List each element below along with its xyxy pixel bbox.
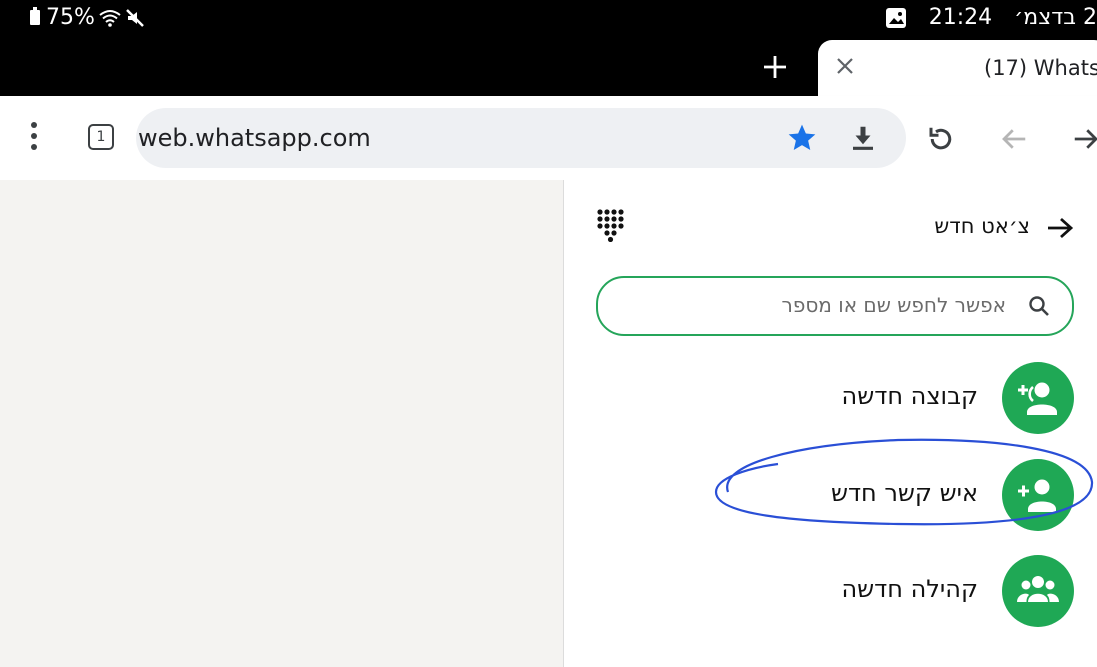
tab-title: (17) Whats — [984, 56, 1097, 80]
new-tab-button[interactable] — [758, 50, 792, 84]
search-input[interactable] — [626, 290, 1006, 320]
new-community-item[interactable]: קהילה חדשה — [714, 555, 1074, 629]
battery-percent: 75% — [46, 5, 95, 30]
status-right: 21:24 2 בדצמ׳ — [885, 5, 1097, 30]
contact-search-box[interactable] — [596, 276, 1074, 336]
annotation-circle — [714, 438, 1094, 526]
add-group-icon — [1018, 382, 1057, 415]
new-group-label: קבוצה חדשה — [841, 382, 978, 410]
new-community-label: קהילה חדשה — [841, 575, 979, 603]
tab-switcher-button[interactable]: 1 — [88, 124, 114, 150]
plus-icon — [764, 56, 786, 78]
reload-icon[interactable] — [926, 124, 956, 154]
chat-main-area — [0, 180, 563, 667]
menu-button[interactable] — [22, 122, 46, 156]
status-left: 75% — [30, 5, 145, 30]
download-icon[interactable] — [848, 122, 878, 154]
close-icon — [837, 58, 853, 74]
menu-dot-icon — [31, 122, 37, 128]
dialpad-icon[interactable] — [596, 208, 624, 242]
tab-close-button[interactable] — [836, 54, 854, 80]
status-bar: 75% 21:24 2 בדצמ׳ — [0, 0, 1097, 38]
wifi-icon — [99, 9, 121, 27]
community-icon — [1017, 576, 1059, 602]
back-arrow-icon[interactable] — [998, 124, 1030, 154]
image-notification-icon — [885, 7, 906, 28]
bookmark-star-icon[interactable] — [786, 122, 818, 154]
menu-dot-icon — [31, 133, 37, 139]
search-icon — [1029, 296, 1049, 316]
new-community-avatar — [1002, 555, 1074, 627]
panel-title: צ׳אט חדש — [934, 214, 1030, 238]
date: 2 בדצמ׳ — [1014, 5, 1097, 30]
active-tab[interactable]: (17) Whats — [818, 40, 1097, 96]
menu-dot-icon — [31, 144, 37, 150]
address-bar[interactable]: web.whatsapp.com — [136, 108, 906, 168]
forward-arrow-icon[interactable] — [1070, 124, 1097, 154]
mute-icon — [126, 8, 144, 27]
back-arrow-icon[interactable] — [1046, 216, 1074, 240]
browser-toolbar: 1 web.whatsapp.com — [0, 96, 1097, 180]
battery-icon — [30, 7, 40, 25]
new-group-item[interactable]: קבוצה חדשה — [714, 362, 1074, 436]
url-text[interactable]: web.whatsapp.com — [138, 124, 371, 152]
new-group-avatar — [1002, 362, 1074, 434]
new-chat-panel: צ׳אט חדש קבוצה חדשה איש — [563, 180, 1097, 667]
clock: 21:24 — [928, 5, 993, 30]
tab-strip: (17) Whats — [0, 38, 1097, 96]
